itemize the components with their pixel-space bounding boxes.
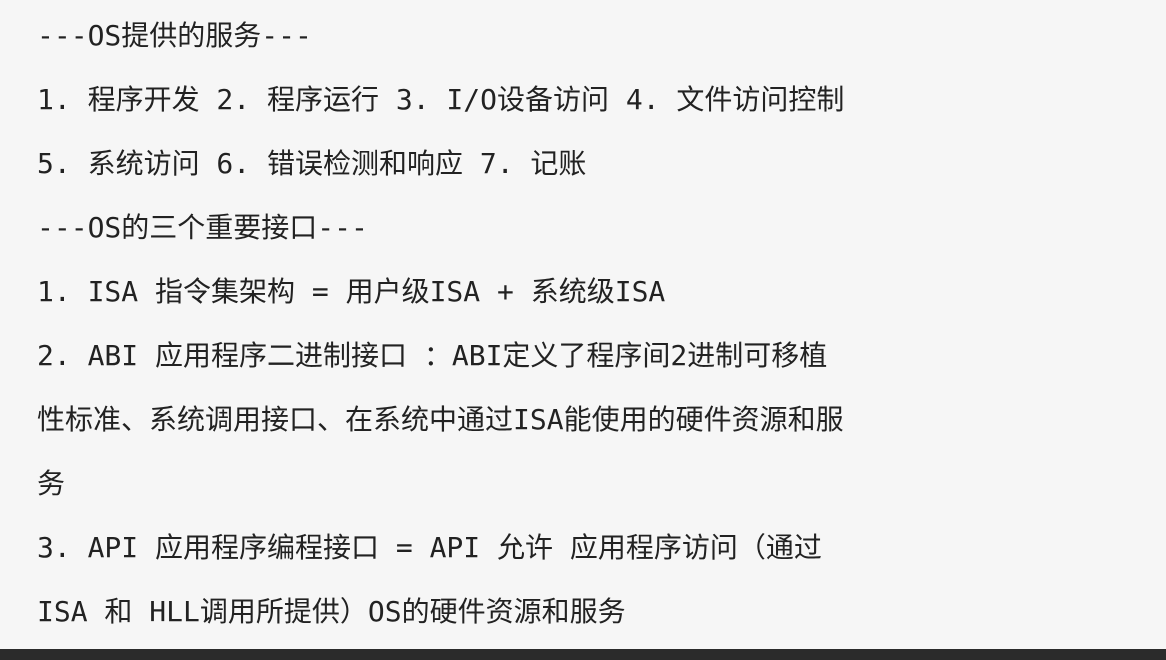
text-line: 2. ABI 应用程序二进制接口 ：ABI定义了程序间2进制可移植	[37, 339, 828, 372]
text-line: 3. API 应用程序编程接口 = API 允许 应用程序访问（通过	[37, 531, 822, 564]
heading-os-services: ---OS提供的服务---	[37, 19, 312, 52]
text-line: 性标准、系统调用接口、在系统中通过ISA能使用的硬件资源和服	[37, 403, 844, 436]
heading-os-interfaces: ---OS的三个重要接口---	[37, 211, 368, 244]
text-line: 5. 系统访问 6. 错误检测和响应 7. 记账	[37, 147, 587, 180]
bottom-edge-bar	[0, 649, 1166, 660]
text-line: 1. 程序开发 2. 程序运行 3. I/O设备访问 4. 文件访问控制	[37, 83, 845, 116]
text-line: ISA 和 HLL调用所提供）OS的硬件资源和服务	[37, 595, 626, 628]
text-line: 1. ISA 指令集架构 = 用户级ISA + 系统级ISA	[37, 275, 666, 308]
text-line: 务	[37, 467, 66, 500]
document-body: ---OS提供的服务--- 1. 程序开发 2. 程序运行 3. I/O设备访问…	[0, 0, 1166, 648]
